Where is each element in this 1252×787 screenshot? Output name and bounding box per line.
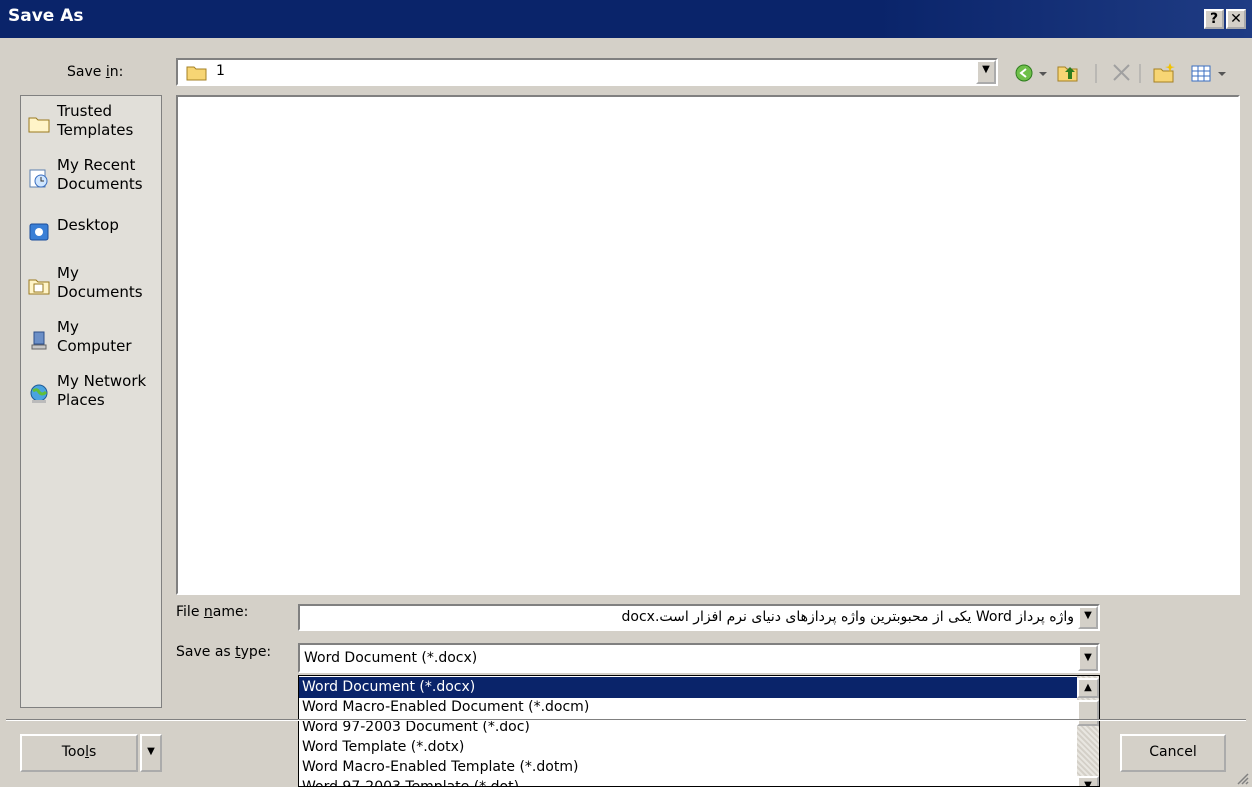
new-folder-icon[interactable] [1153, 63, 1175, 83]
list-item[interactable]: Word 97-2003 Template (*.dot) [299, 777, 1077, 786]
file-list[interactable] [176, 95, 1240, 595]
help-button[interactable]: ? [1204, 9, 1224, 29]
save-as-type-combo[interactable]: Word Document (*.docx) ▼ [298, 643, 1100, 673]
place-label: Desktop [57, 216, 119, 234]
file-name-label: File name: [176, 604, 249, 620]
back-icon[interactable] [1015, 64, 1047, 82]
place-trusted-templates[interactable]: Trusted Templates [23, 100, 161, 158]
save-in-value: 1 [216, 63, 225, 79]
file-name-dropdown-button[interactable]: ▼ [1078, 606, 1098, 629]
place-label: Places [57, 391, 105, 409]
save-as-type-dropdown-list[interactable]: Word Document (*.docx) Word Macro-Enable… [298, 675, 1100, 787]
place-my-computer[interactable]: My Computer [23, 316, 161, 374]
separator [6, 719, 1246, 721]
resize-grip-icon[interactable] [1234, 770, 1250, 786]
desktop-icon [29, 223, 49, 241]
up-one-level-icon[interactable] [1057, 66, 1078, 82]
place-my-documents[interactable]: My Documents [23, 262, 161, 320]
place-desktop[interactable]: Desktop [23, 208, 161, 266]
list-item[interactable]: Word Macro-Enabled Document (*.docm) [299, 697, 1077, 718]
tools-button[interactable]: Tools [20, 734, 138, 772]
place-label: Computer [57, 337, 132, 355]
place-label: My Recent [57, 156, 136, 174]
place-my-recent-documents[interactable]: My Recent Documents [23, 154, 161, 212]
dropdown-scrollbar[interactable]: ▲ ▼ [1077, 676, 1099, 786]
cancel-button[interactable]: Cancel [1120, 734, 1226, 772]
folder-icon [28, 117, 50, 133]
delete-icon[interactable] [1113, 64, 1130, 81]
title-bar[interactable]: Save As ? ✕ [0, 0, 1252, 38]
places-bar: Trusted Templates My Recent Documents Desk… [20, 95, 162, 708]
save-as-type-value: Word Document (*.docx) [304, 650, 478, 666]
place-label: Documents [57, 283, 143, 301]
save-in-combo[interactable]: 1 ▼ [176, 58, 998, 86]
save-in-dropdown-button[interactable]: ▼ [976, 60, 996, 84]
folder-icon [186, 66, 207, 81]
toolbar [1015, 63, 1226, 83]
scroll-thumb[interactable] [1077, 700, 1099, 726]
file-name-value: واژه پرداز Word یکی از محبوبترین واژه پر… [621, 609, 1074, 625]
recent-documents-icon [29, 169, 48, 188]
save-as-type-label: Save as type: [176, 644, 272, 660]
place-label: Templates [57, 121, 134, 139]
place-label: Trusted [57, 102, 113, 120]
list-item-selected[interactable]: Word Document (*.docx) [299, 677, 1077, 698]
network-places-icon [30, 384, 48, 403]
views-icon[interactable] [1191, 65, 1226, 82]
window-title: Save As [8, 6, 84, 26]
list-item[interactable]: Word Template (*.dotx) [299, 737, 1077, 758]
place-label: My [57, 318, 79, 336]
save-as-type-dropdown-button[interactable]: ▼ [1078, 645, 1098, 671]
close-button[interactable]: ✕ [1226, 9, 1246, 29]
list-item[interactable]: Word Macro-Enabled Template (*.dotm) [299, 757, 1077, 778]
place-label: My Network [57, 372, 147, 390]
scroll-up-button[interactable]: ▲ [1077, 678, 1099, 698]
place-label: Documents [57, 175, 143, 193]
tools-dropdown-button[interactable]: ▼ [140, 734, 162, 772]
place-my-network-places[interactable]: My Network Places [23, 370, 161, 428]
scroll-down-button[interactable]: ▼ [1077, 776, 1099, 786]
my-documents-icon [28, 279, 50, 295]
save-in-label: Save in: [67, 64, 124, 80]
file-name-input[interactable]: واژه پرداز Word یکی از محبوبترین واژه پر… [298, 604, 1100, 631]
my-computer-icon [31, 331, 47, 350]
place-label: My [57, 264, 79, 282]
